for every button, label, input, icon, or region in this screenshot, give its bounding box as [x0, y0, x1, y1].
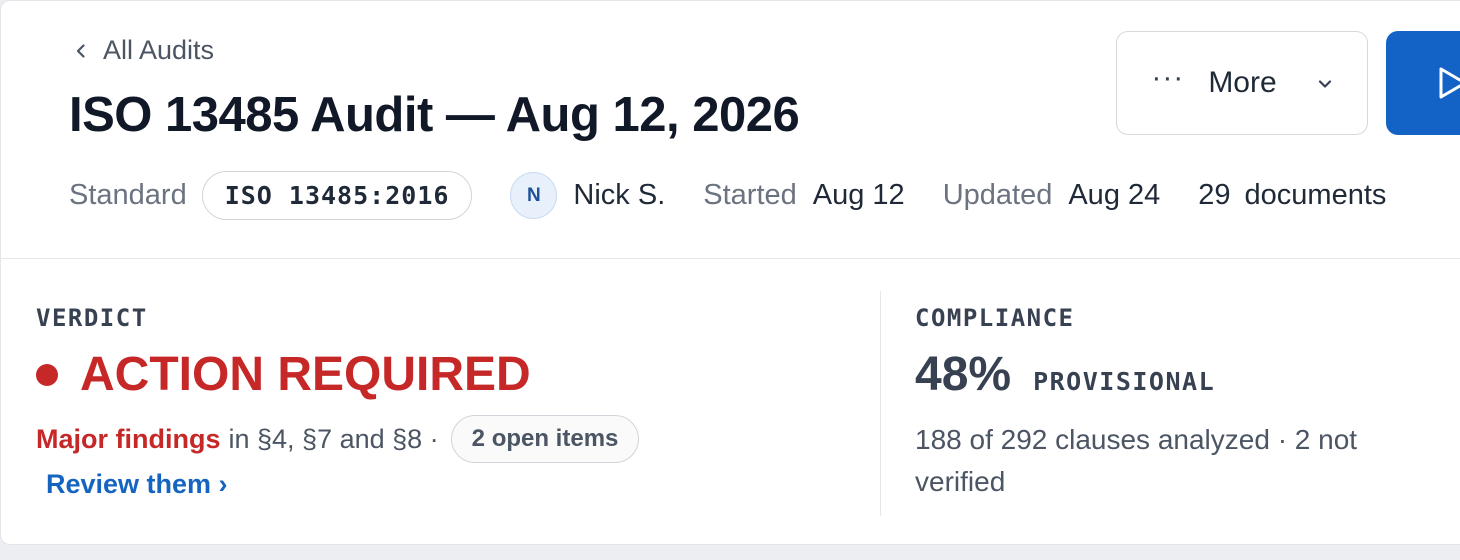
- page-title: ISO 13485 Audit — Aug 12, 2026: [69, 88, 800, 142]
- standard-label: Standard: [69, 179, 187, 211]
- audit-summary-card: All Audits ISO 13485 Audit — Aug 12, 202…: [0, 0, 1460, 545]
- compliance-label: COMPLIANCE: [915, 304, 1075, 332]
- owner-name: Nick S.: [573, 179, 666, 211]
- audit-meta-row: Standard ISO 13485:2016 N Nick S. Starte…: [69, 171, 1386, 220]
- updated-date: Aug 24: [1068, 179, 1161, 211]
- run-audit-button[interactable]: [1386, 31, 1460, 135]
- chevron-down-icon: [1301, 66, 1333, 100]
- more-button-label: More: [1208, 66, 1277, 99]
- updated-label: Updated: [942, 179, 1053, 211]
- open-items-badge[interactable]: 2 open items: [450, 415, 640, 463]
- findings-summary: Major findings in §4, §7 and §8 · 2 open…: [36, 415, 640, 463]
- findings-sections: in §4, §7 and §8 ·: [228, 423, 439, 454]
- status-dot-icon: [36, 363, 58, 386]
- avatar: N: [510, 172, 558, 219]
- standard-badge: ISO 13485:2016: [201, 171, 473, 220]
- verdict-text: ACTION REQUIRED: [80, 348, 531, 401]
- verdict-value: ACTION REQUIRED: [36, 347, 531, 402]
- compliance-value: 48% PROVISIONAL: [915, 347, 1215, 402]
- started-date: Aug 12: [812, 179, 905, 211]
- more-dots-icon: ···: [1151, 61, 1185, 94]
- back-link-label: All Audits: [103, 35, 215, 65]
- chevron-left-icon: [73, 35, 89, 66]
- documents-count: 29: [1198, 179, 1231, 211]
- provisional-badge: PROVISIONAL: [1033, 367, 1216, 396]
- review-findings-link[interactable]: Review them ›: [46, 469, 228, 500]
- section-divider: [880, 291, 881, 516]
- verdict-label: VERDICT: [36, 304, 148, 332]
- more-button[interactable]: ··· More: [1116, 31, 1368, 135]
- started-label: Started: [703, 179, 797, 211]
- compliance-detail: 188 of 292 clauses analyzed · 2 not veri…: [915, 424, 1358, 497]
- compliance-percent: 48%: [915, 348, 1012, 401]
- major-findings-label: Major findings: [36, 423, 221, 454]
- documents-label: documents: [1244, 179, 1387, 211]
- back-link-all-audits[interactable]: All Audits: [73, 35, 214, 66]
- audit-header: All Audits ISO 13485 Audit — Aug 12, 202…: [1, 1, 1460, 259]
